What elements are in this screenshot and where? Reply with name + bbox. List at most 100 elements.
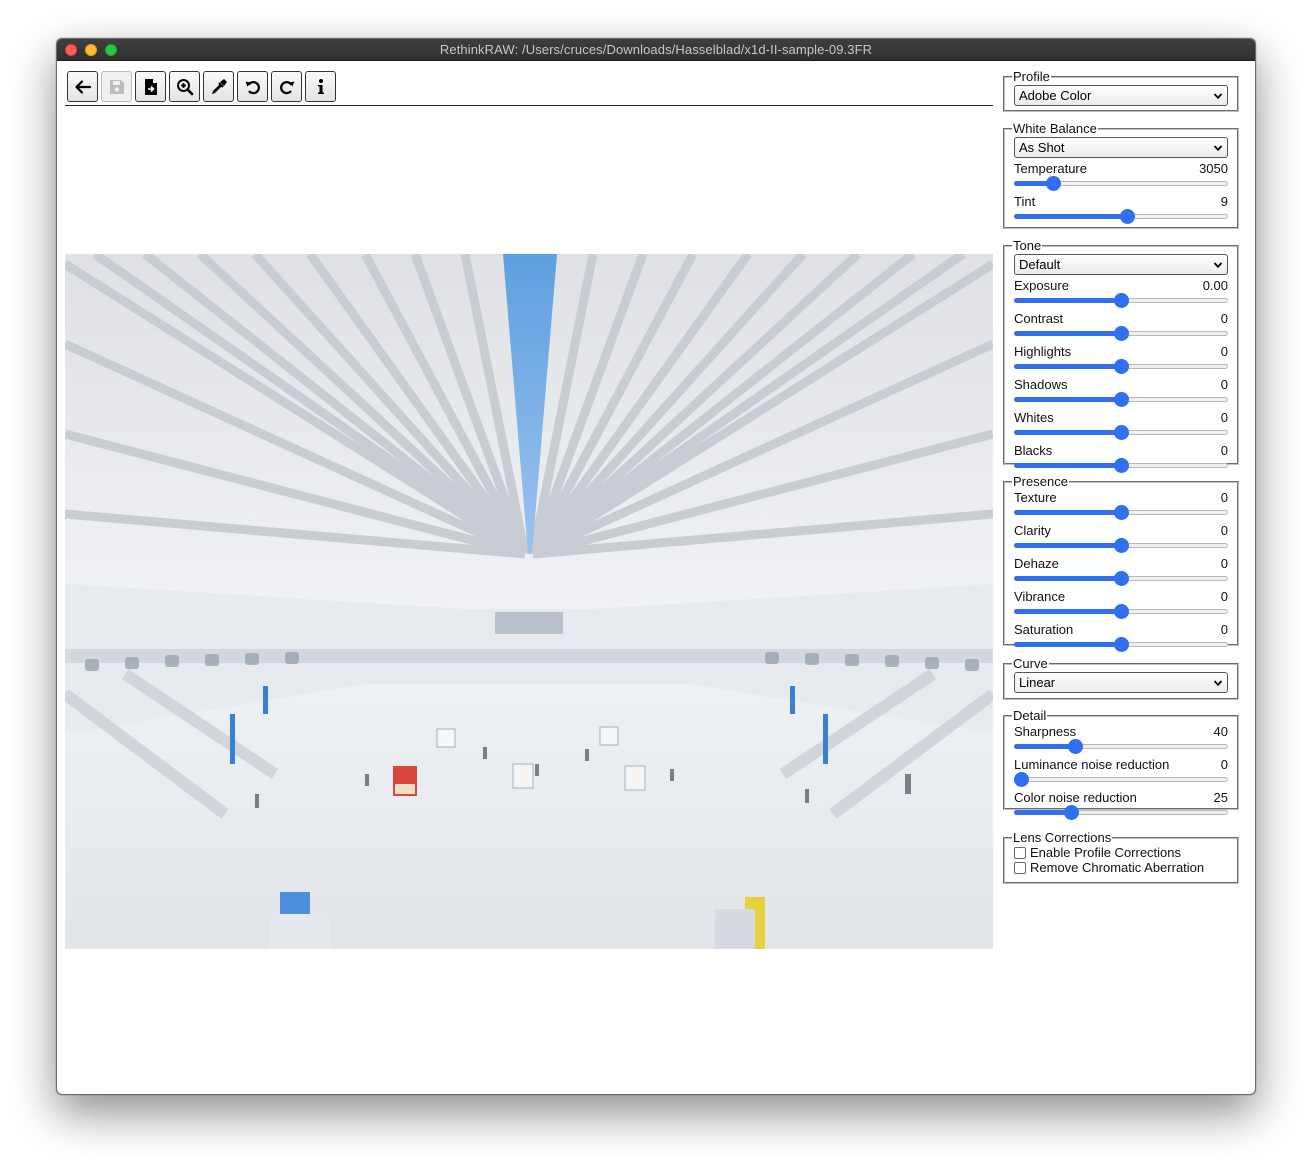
temperature-value: 3050 (1199, 161, 1228, 176)
slider-thumb[interactable] (1068, 739, 1083, 754)
remove-chromatic-aberration-row[interactable]: Remove Chromatic Aberration (1014, 860, 1228, 875)
exposure-label: Exposure (1014, 278, 1069, 293)
clarity-value: 0 (1220, 523, 1228, 538)
clarity-slider[interactable] (1014, 538, 1228, 553)
dehaze-slider[interactable] (1014, 571, 1228, 586)
back-button[interactable] (67, 71, 98, 102)
info-button[interactable] (305, 71, 336, 102)
luminance-nr-slider[interactable] (1014, 772, 1228, 787)
slider-thumb[interactable] (1114, 505, 1129, 520)
profile-select-value: Adobe Color (1019, 88, 1092, 103)
slider-thumb[interactable] (1114, 293, 1129, 308)
blacks-slider[interactable] (1014, 458, 1228, 473)
tint-slider[interactable] (1014, 209, 1228, 224)
highlights-slider[interactable] (1014, 359, 1228, 374)
rotate-right-button[interactable] (271, 71, 302, 102)
tone-select-value: Default (1019, 257, 1061, 272)
vibrance-slider[interactable] (1014, 604, 1228, 619)
luminance-nr-value: 0 (1220, 757, 1228, 772)
profile-group: Profile Adobe Color (1003, 69, 1239, 112)
zoom-in-icon (176, 78, 193, 95)
contrast-row: Contrast 0 (1014, 311, 1228, 326)
slider-thumb[interactable] (1114, 571, 1129, 586)
dehaze-row: Dehaze 0 (1014, 556, 1228, 571)
shadows-slider[interactable] (1014, 392, 1228, 407)
vibrance-row: Vibrance 0 (1014, 589, 1228, 604)
dehaze-value: 0 (1220, 556, 1228, 571)
slider-thumb[interactable] (1114, 425, 1129, 440)
enable-profile-corrections-checkbox[interactable] (1014, 846, 1026, 859)
blacks-row: Blacks 0 (1014, 443, 1228, 458)
toolbar-divider (65, 105, 993, 106)
detail-legend: Detail (1013, 708, 1047, 723)
remove-chromatic-aberration-checkbox[interactable] (1014, 861, 1026, 874)
color-nr-label: Color noise reduction (1014, 790, 1137, 805)
highlights-label: Highlights (1014, 344, 1072, 359)
chevron-down-icon (1213, 262, 1223, 269)
slider-thumb[interactable] (1120, 209, 1135, 224)
tone-legend: Tone (1013, 238, 1042, 253)
save-button[interactable] (101, 71, 132, 102)
exposure-slider[interactable] (1014, 293, 1228, 308)
photo-canvas (65, 254, 993, 949)
slider-thumb[interactable] (1064, 805, 1079, 820)
contrast-slider[interactable] (1014, 326, 1228, 341)
white-balance-legend: White Balance (1013, 121, 1097, 136)
export-button[interactable] (135, 71, 166, 102)
presence-legend: Presence (1013, 474, 1068, 489)
texture-value: 0 (1220, 490, 1228, 505)
profile-select[interactable]: Adobe Color (1014, 85, 1228, 106)
curve-select[interactable]: Linear (1014, 672, 1228, 693)
photo-preview[interactable] (65, 254, 993, 949)
color-nr-value: 25 (1213, 790, 1228, 805)
whites-label: Whites (1014, 410, 1054, 425)
contrast-value: 0 (1220, 311, 1228, 326)
saturation-label: Saturation (1014, 622, 1074, 637)
zoom-button[interactable] (169, 71, 200, 102)
exposure-row: Exposure 0.00 (1014, 278, 1228, 293)
whites-value: 0 (1220, 410, 1228, 425)
app-window: RethinkRAW: /Users/cruces/Downloads/Hass… (56, 38, 1256, 1095)
lens-corrections-legend: Lens Corrections (1013, 830, 1112, 845)
enable-profile-corrections-row[interactable]: Enable Profile Corrections (1014, 845, 1228, 860)
exposure-value: 0.00 (1202, 278, 1228, 293)
luminance-nr-row: Luminance noise reduction 0 (1014, 757, 1228, 772)
sharpness-slider[interactable] (1014, 739, 1228, 754)
tone-select[interactable]: Default (1014, 254, 1228, 275)
saturation-row: Saturation 0 (1014, 622, 1228, 637)
remove-chromatic-aberration-label: Remove Chromatic Aberration (1030, 860, 1205, 875)
shadows-label: Shadows (1014, 377, 1068, 392)
slider-thumb[interactable] (1114, 359, 1129, 374)
curve-legend: Curve (1013, 656, 1048, 671)
temperature-label: Temperature (1014, 161, 1087, 176)
luminance-nr-label: Luminance noise reduction (1014, 757, 1170, 772)
presence-group: Presence Texture 0 Clarity 0 Dehaze 0 Vibra… (1003, 474, 1239, 652)
detail-group: Detail Sharpness 40 Luminance noise reduc… (1003, 708, 1239, 820)
white-balance-select[interactable]: As Shot (1014, 137, 1228, 158)
clarity-label: Clarity (1014, 523, 1051, 538)
saturation-slider[interactable] (1014, 637, 1228, 652)
eyedropper-icon (211, 78, 227, 94)
shadows-row: Shadows 0 (1014, 377, 1228, 392)
slider-thumb[interactable] (1114, 458, 1129, 473)
contrast-label: Contrast (1014, 311, 1064, 326)
color-nr-slider[interactable] (1014, 805, 1228, 820)
white-balance-picker-button[interactable] (203, 71, 234, 102)
temperature-slider[interactable] (1014, 176, 1228, 191)
slider-thumb[interactable] (1114, 326, 1129, 341)
slider-thumb[interactable] (1114, 637, 1129, 652)
whites-slider[interactable] (1014, 425, 1228, 440)
enable-profile-corrections-label: Enable Profile Corrections (1030, 845, 1182, 860)
slider-thumb[interactable] (1114, 392, 1129, 407)
upper-balcony (495, 612, 563, 634)
slider-thumb[interactable] (1014, 772, 1029, 787)
slider-thumb[interactable] (1114, 538, 1129, 553)
slider-thumb[interactable] (1046, 176, 1061, 191)
rotate-left-button[interactable] (237, 71, 268, 102)
color-nr-row: Color noise reduction 25 (1014, 790, 1228, 805)
arrow-left-icon (74, 79, 91, 94)
texture-label: Texture (1014, 490, 1057, 505)
blacks-value: 0 (1220, 443, 1228, 458)
slider-thumb[interactable] (1114, 604, 1129, 619)
texture-slider[interactable] (1014, 505, 1228, 520)
